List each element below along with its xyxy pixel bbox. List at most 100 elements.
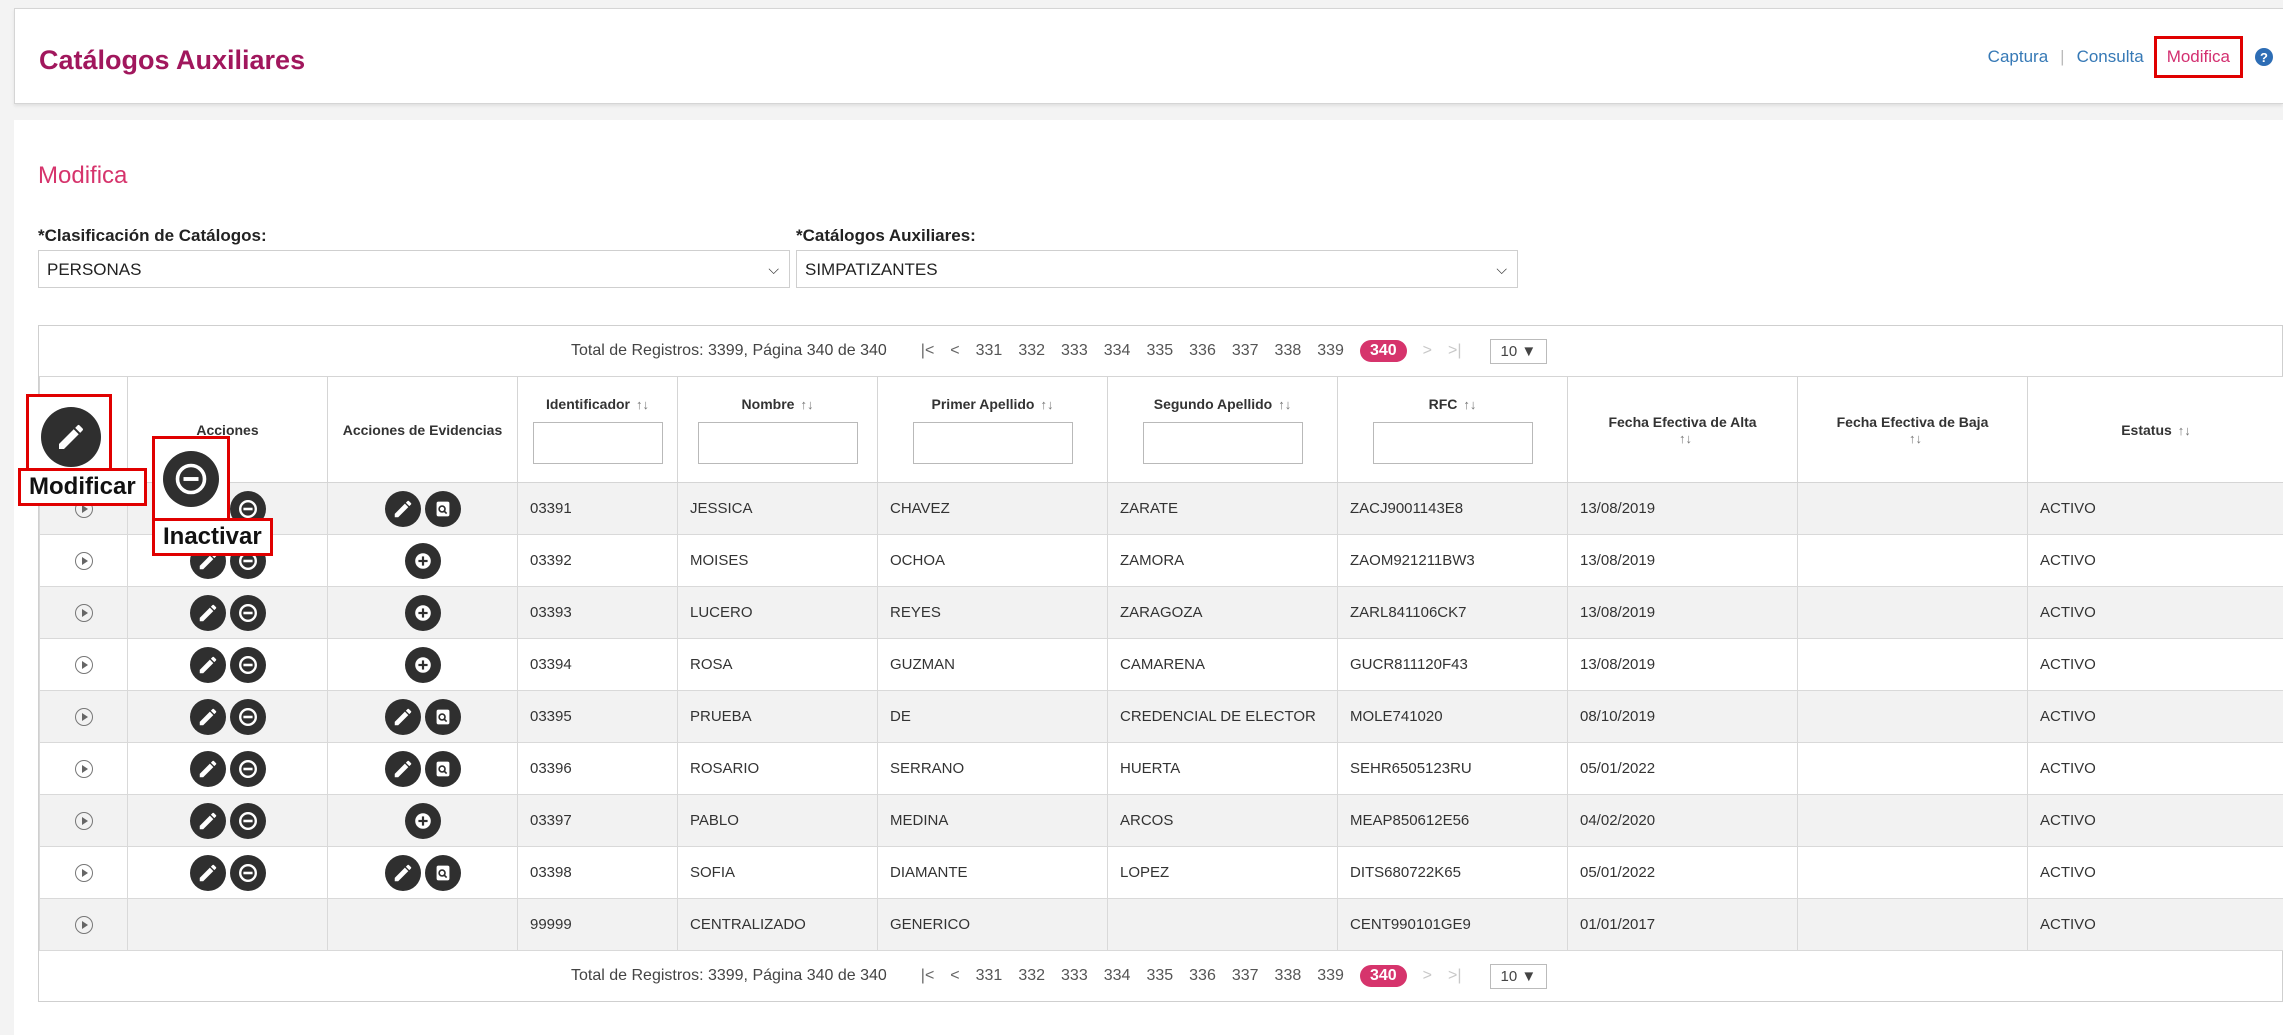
last1-filter-input[interactable] — [912, 421, 1073, 464]
actions-cell — [127, 742, 328, 795]
evidence-view-icon[interactable] — [424, 490, 461, 527]
sort-icon[interactable]: ↑↓ — [2178, 423, 2191, 438]
current-page[interactable]: 340 — [1359, 340, 1407, 362]
expand-row-icon[interactable] — [74, 759, 93, 778]
rfc-cell: ZACJ9001143E8 — [1337, 482, 1568, 535]
start-date-cell: 13/08/2019 — [1567, 482, 1798, 535]
rfc-column-header[interactable]: RFC ↑↓ — [1337, 376, 1568, 483]
sort-icon[interactable]: ↑↓ — [1909, 431, 1922, 446]
current-page[interactable]: 340 — [1359, 965, 1407, 987]
page-link[interactable]: 334 — [1104, 342, 1131, 359]
end-date-cell — [1797, 482, 2028, 535]
sort-icon[interactable]: ↑↓ — [636, 397, 649, 412]
evidence-actions-cell — [327, 690, 518, 743]
minus-circle-icon[interactable] — [163, 451, 219, 507]
page-link[interactable]: 333 — [1061, 967, 1088, 984]
evidence-edit-pencil-icon[interactable] — [384, 854, 421, 891]
page-link[interactable]: 336 — [1189, 967, 1216, 984]
inactivate-minus-icon[interactable] — [229, 750, 266, 787]
page-link[interactable]: 339 — [1317, 342, 1344, 359]
inactivate-minus-icon[interactable] — [229, 594, 266, 631]
status-cell: ACTIVO — [2027, 794, 2283, 847]
nav-capture-link[interactable]: Captura — [1982, 47, 2054, 67]
last1-column-header[interactable]: Primer Apellido ↑↓ — [877, 376, 1108, 483]
id-column-header[interactable]: Identificador ↑↓ — [517, 376, 678, 483]
expand-row-icon[interactable] — [74, 551, 93, 570]
page-link[interactable]: 335 — [1146, 967, 1173, 984]
page-link[interactable]: 332 — [1018, 967, 1045, 984]
page-size-select[interactable]: 10 ▼ — [1489, 963, 1548, 989]
expand-row-icon[interactable] — [74, 811, 93, 830]
name-column-header[interactable]: Nombre ↑↓ — [677, 376, 878, 483]
edit-pencil-icon[interactable] — [189, 594, 226, 631]
expand-row-icon[interactable] — [74, 603, 93, 622]
classification-select[interactable]: PERSONAS ⌵ — [38, 250, 790, 288]
inactivate-minus-icon[interactable] — [229, 698, 266, 735]
nav-query-link[interactable]: Consulta — [2071, 47, 2150, 67]
evidence-view-icon[interactable] — [424, 698, 461, 735]
edit-pencil-icon[interactable] — [189, 750, 226, 787]
page-link[interactable]: 338 — [1275, 967, 1302, 984]
page-link[interactable]: 337 — [1232, 967, 1259, 984]
sort-icon[interactable]: ↑↓ — [1679, 431, 1692, 446]
evidence-edit-pencil-icon[interactable] — [384, 490, 421, 527]
results-table: Total de Registros: 3399, Página 340 de … — [38, 325, 2283, 1002]
page-link[interactable]: 338 — [1275, 342, 1302, 359]
evidence-edit-pencil-icon[interactable] — [384, 750, 421, 787]
status-column-header[interactable]: Estatus ↑↓ — [2027, 376, 2283, 483]
chevron-down-icon: ⌵ — [1496, 261, 1507, 277]
inactivate-minus-icon[interactable] — [229, 854, 266, 891]
edit-pencil-icon[interactable] — [189, 802, 226, 839]
start-date-cell: 04/02/2020 — [1567, 794, 1798, 847]
evidence-edit-pencil-icon[interactable] — [384, 698, 421, 735]
rfc-filter-input[interactable] — [1372, 421, 1533, 464]
edit-pencil-icon[interactable] — [189, 854, 226, 891]
inactivate-minus-icon[interactable] — [229, 802, 266, 839]
expand-row-icon[interactable] — [74, 915, 93, 934]
page-link[interactable]: 332 — [1018, 342, 1045, 359]
sort-icon[interactable]: ↑↓ — [800, 397, 813, 412]
evidence-add-plus-icon[interactable] — [404, 802, 441, 839]
page-link[interactable]: 336 — [1189, 342, 1216, 359]
pencil-icon[interactable] — [41, 407, 101, 467]
page-size-value: 10 — [1500, 342, 1518, 360]
last-page-icon: >| — [1448, 967, 1462, 984]
end-date-cell — [1797, 742, 2028, 795]
end-date-column-header[interactable]: Fecha Efectiva de Baja ↑↓ — [1797, 376, 2028, 483]
page-link[interactable]: 335 — [1146, 342, 1173, 359]
id-filter-input[interactable] — [532, 421, 663, 464]
page-link[interactable]: 331 — [976, 967, 1003, 984]
first-page-icon[interactable]: |< — [921, 342, 935, 360]
sort-icon[interactable]: ↑↓ — [1463, 397, 1476, 412]
evidence-view-icon[interactable] — [424, 750, 461, 787]
edit-pencil-icon[interactable] — [189, 698, 226, 735]
page-link[interactable]: 339 — [1317, 967, 1344, 984]
last2-filter-input[interactable] — [1142, 421, 1303, 464]
evidence-view-icon[interactable] — [424, 854, 461, 891]
last2-column-header[interactable]: Segundo Apellido ↑↓ — [1107, 376, 1338, 483]
expand-row-icon[interactable] — [74, 863, 93, 882]
start-date-column-header[interactable]: Fecha Efectiva de Alta ↑↓ — [1567, 376, 1798, 483]
sort-icon[interactable]: ↑↓ — [1278, 397, 1291, 412]
catalog-select[interactable]: SIMPATIZANTES ⌵ — [796, 250, 1518, 288]
page-link[interactable]: 331 — [976, 342, 1003, 359]
nav-modify-link[interactable]: Modifica — [2153, 36, 2243, 78]
page-link[interactable]: 333 — [1061, 342, 1088, 359]
inactivate-minus-icon[interactable] — [229, 646, 266, 683]
help-icon[interactable]: ? — [2255, 48, 2273, 66]
page-size-select[interactable]: 10 ▼ — [1489, 338, 1548, 364]
sort-icon[interactable]: ↑↓ — [1040, 397, 1053, 412]
expand-row-icon[interactable] — [74, 655, 93, 674]
prev-page-icon[interactable]: < — [950, 342, 959, 360]
evidence-add-plus-icon[interactable] — [404, 646, 441, 683]
page-link[interactable]: 334 — [1104, 967, 1131, 984]
edit-pencil-icon[interactable] — [189, 646, 226, 683]
name-filter-input[interactable] — [697, 421, 858, 464]
evidence-add-plus-icon[interactable] — [404, 542, 441, 579]
expand-row-icon[interactable] — [74, 707, 93, 726]
evidence-add-plus-icon[interactable] — [404, 594, 441, 631]
prev-page-icon[interactable]: < — [950, 967, 959, 985]
page-link[interactable]: 337 — [1232, 342, 1259, 359]
first-page-icon[interactable]: |< — [921, 967, 935, 985]
page-size-value: 10 — [1500, 967, 1518, 985]
